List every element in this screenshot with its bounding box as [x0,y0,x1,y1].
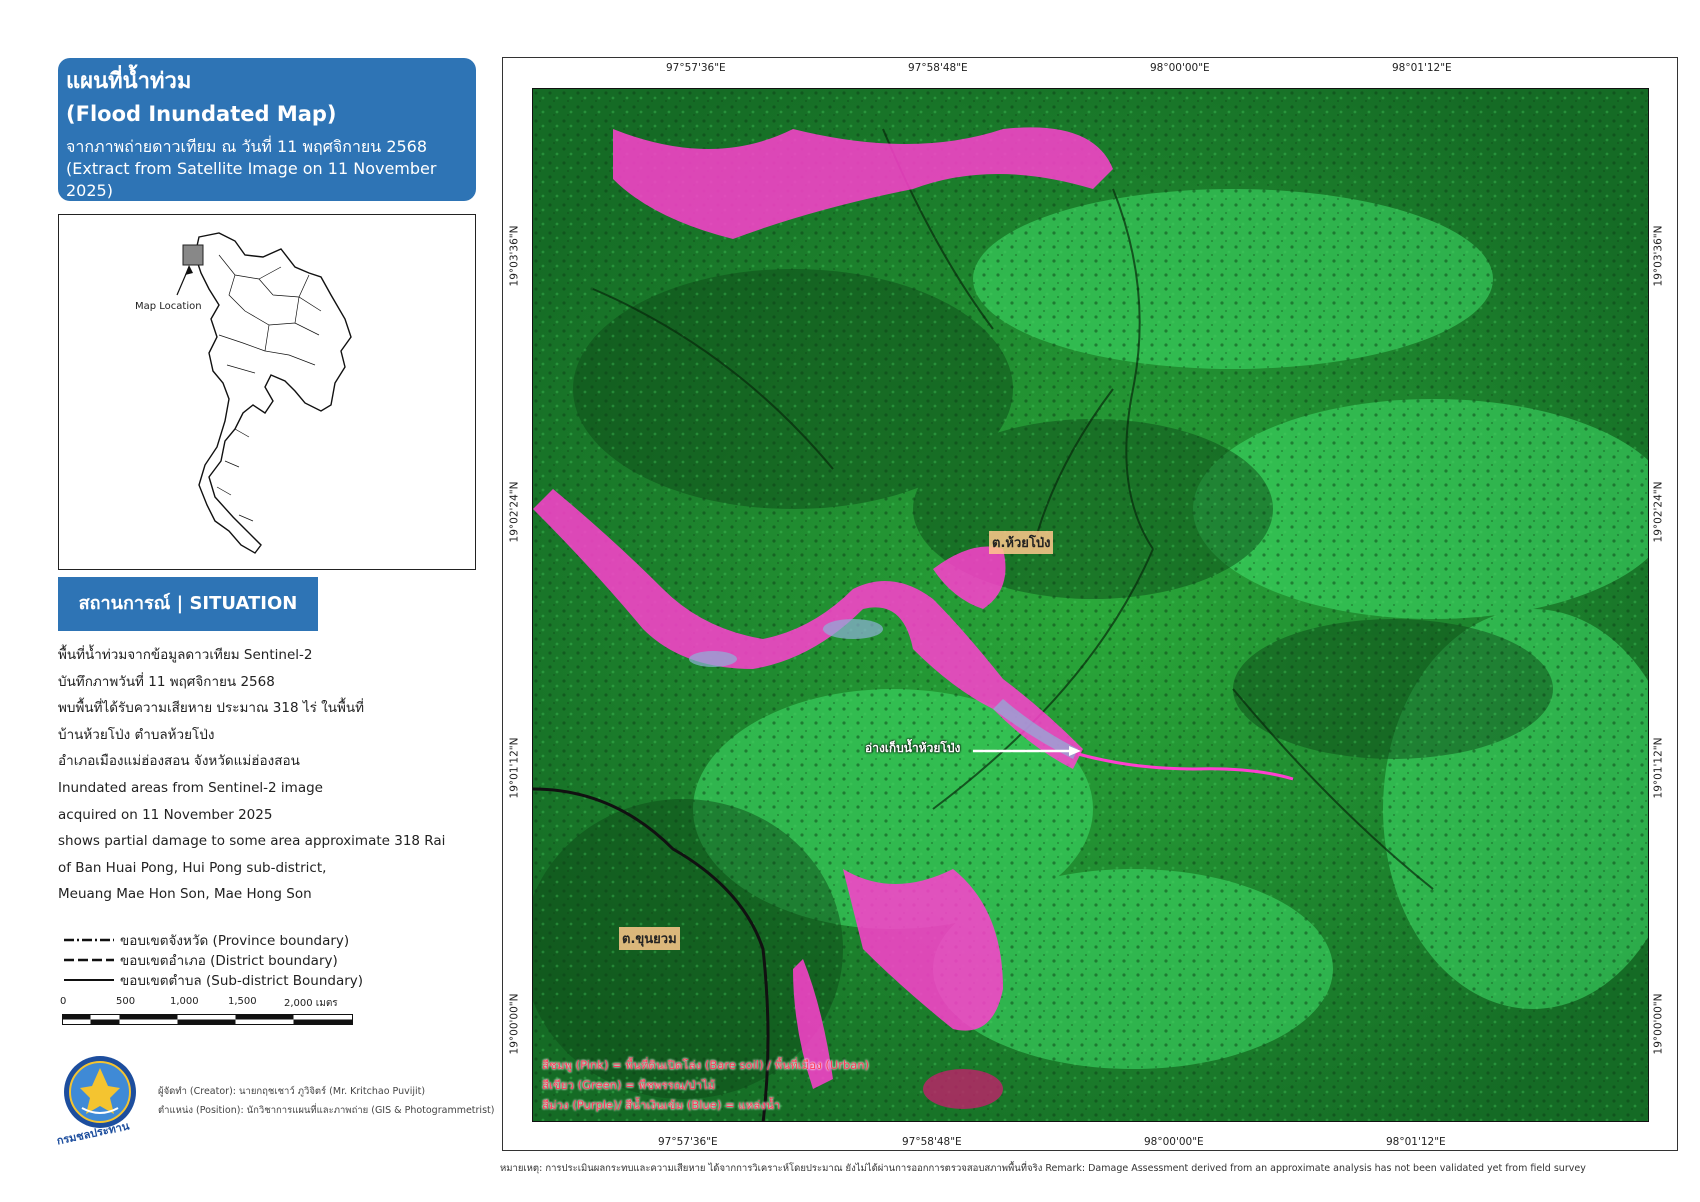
color-legend-purple: สีม่วง (Purple)/ สีน้ำเงินเข้ม (Blue) = … [542,1098,781,1112]
satellite-map[interactable]: ต.ห้วยโป่ง ต.ขุนยวม อ่างเก็บน้ำห้วยโป่ง [532,88,1649,1122]
coord-top: 98°01'12"E [1392,62,1452,74]
title-panel: แผนที่น้ำท่วม (Flood Inundated Map) จากภ… [58,58,476,201]
subtitle-thai: จากภาพถ่ายดาวเทียม ณ วันที่ 11 พฤศจิกายน… [66,137,428,156]
situation-line: Meuang Mae Hon Son, Mae Hong Son [58,886,312,903]
coord-left: 19°02'24"N [508,481,521,543]
place-label-khun-yuam: ต.ขุนยวม [619,927,680,950]
subtitle-english: (Extract from Satellite Image on 11 Nove… [66,159,437,200]
coord-right: 19°01'12"N [1652,737,1665,799]
coord-left: 19°00'00"N [508,993,521,1055]
reservoir-label: อ่างเก็บน้ำห้วยโป่ง [865,741,961,755]
map-location-label: Map Location [135,301,202,312]
situation-line: บันทึกภาพวันที่ 11 พฤศจิกายน 2568 [58,673,275,690]
coord-bottom: 97°58'48"E [902,1136,962,1148]
situation-line: อำเภอเมืองแม่ฮ่องสอน จังหวัดแม่ฮ่องสอน [58,753,300,770]
creator-name: ผู้จัดทำ (Creator): นายกฤชเชาว์ ภูวิจิตร… [158,1086,426,1097]
dashed-line-icon [64,958,114,962]
coord-bottom: 98°01'12"E [1386,1136,1446,1148]
title-thai: แผนที่น้ำท่วม [66,69,192,94]
situation-line: บ้านห้วยโป่ง ตำบลห้วยโป่ง [58,726,215,743]
creator-info: ผู้จัดทำ (Creator): นายกฤชเชาว์ ภูวิจิตร… [158,1082,494,1120]
coord-right: 19°02'24"N [1652,481,1665,543]
situation-line: Inundated areas from Sentinel-2 image [58,779,323,796]
legend-subdistrict: ขอบเขตตำบล (Sub-district Boundary) [64,970,363,990]
situation-line: พบพื้นที่ได้รับความเสียหาย ประมาณ 318 ไร… [58,700,365,717]
locator-map: Map Location [58,214,476,570]
coord-right: 19°03'36"N [1652,225,1665,287]
coord-right: 19°00'00"N [1652,993,1665,1055]
location-marker-icon [182,244,204,266]
dash-dot-line-icon [64,938,114,942]
title-english: (Flood Inundated Map) [66,102,337,126]
color-legend: สีชมพู (Pink) = พื้นที่ดินเปิดโล่ง (Bare… [542,1055,869,1115]
legend-province: ขอบเขตจังหวัด (Province boundary) [64,930,363,950]
coord-left: 19°03'36"N [508,225,521,287]
situation-line: acquired on 11 November 2025 [58,806,273,823]
scale-bar: 0 500 1,000 1,500 2,000 เมตร [60,996,362,1036]
situation-heading: สถานการณ์ | SITUATION [58,577,318,631]
boundary-legend: ขอบเขตจังหวัด (Province boundary) ขอบเขต… [64,930,363,990]
thailand-outline-icon [176,232,352,554]
situation-line: shows partial damage to some area approx… [58,833,446,850]
legend-district: ขอบเขตอำเภอ (District boundary) [64,950,363,970]
place-label-huai-pong: ต.ห้วยโป่ง [989,531,1054,554]
rid-logo: กรมชลประทาน [56,1052,142,1148]
solid-line-icon [64,979,114,981]
arrow-right-icon [973,746,1081,756]
situation-text: พื้นที่น้ำท่วมจากข้อมูลดาวเทียม Sentinel… [58,642,458,908]
creator-position: ตำแหน่ง (Position): นักวิชาการแผนที่และภ… [158,1105,495,1116]
coord-bottom: 97°57'36"E [658,1136,718,1148]
satellite-image [533,89,1648,1121]
remark-text: หมายเหตุ: การประเมินผลกระทบและความเสียหา… [500,1163,1586,1174]
situation-line: of Ban Huai Pong, Hui Pong sub-district, [58,859,327,876]
color-legend-green: สีเขียว (Green) = พืชพรรณ/ป่าไม้ [542,1078,716,1092]
situation-line: พื้นที่น้ำท่วมจากข้อมูลดาวเทียม Sentinel… [58,647,313,663]
coord-top: 97°58'48"E [908,62,968,74]
coord-left: 19°01'12"N [508,737,521,799]
coord-top: 98°00'00"E [1150,62,1210,74]
coord-bottom: 98°00'00"E [1144,1136,1204,1148]
color-legend-pink: สีชมพู (Pink) = พื้นที่ดินเปิดโล่ง (Bare… [542,1058,870,1072]
coord-top: 97°57'36"E [666,62,726,74]
